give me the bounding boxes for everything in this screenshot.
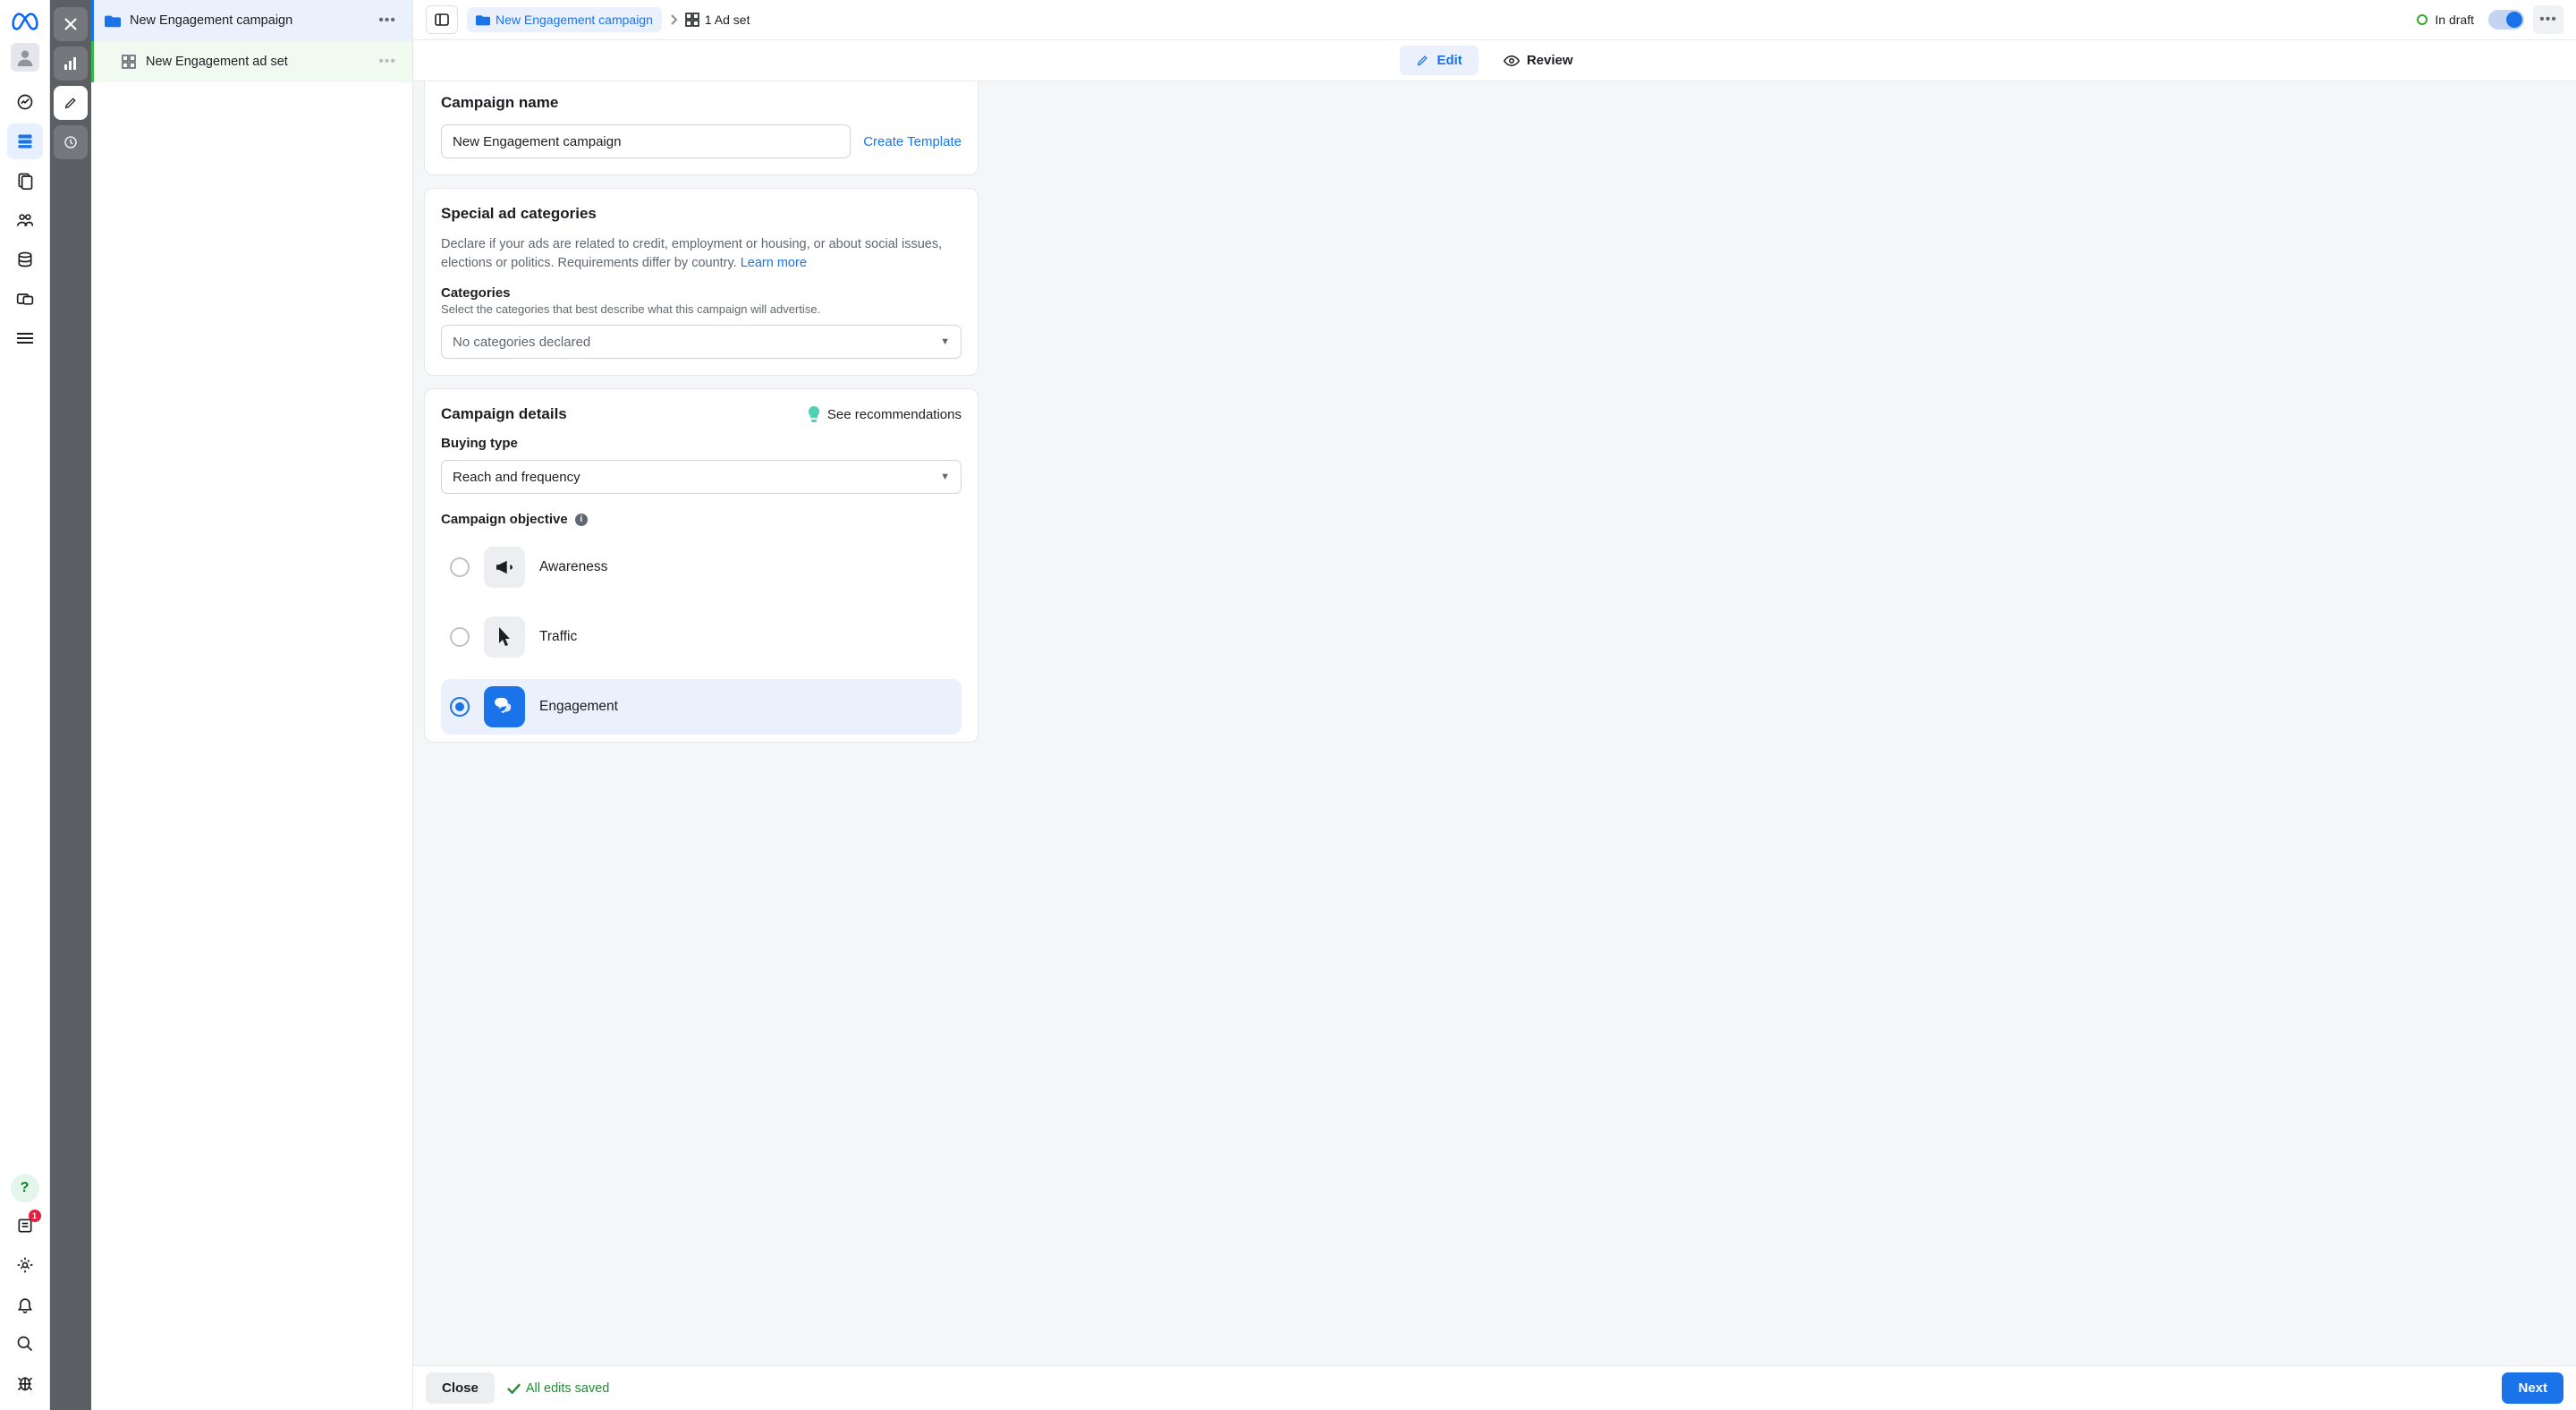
radio-traffic[interactable]: [450, 627, 470, 647]
tree-item-campaign[interactable]: New Engagement campaign •••: [91, 0, 412, 41]
categories-sub-label: Categories: [441, 285, 962, 301]
campaign-tree-sidebar: New Engagement campaign ••• New Engageme…: [91, 0, 413, 1410]
objective-awareness[interactable]: Awareness: [441, 539, 962, 595]
tree-campaign-more-icon[interactable]: •••: [373, 9, 402, 32]
chevron-down-icon: ▼: [940, 471, 950, 482]
global-nav-rail: ? 1: [0, 0, 50, 1410]
nav-bug-icon[interactable]: [7, 1365, 43, 1401]
objective-list: Awareness Traffic Engage: [441, 539, 962, 735]
topbar-more-button[interactable]: •••: [2533, 5, 2563, 34]
special-categories-heading: Special ad categories: [441, 205, 962, 223]
nav-advertising-settings-icon[interactable]: [7, 281, 43, 317]
history-tool-icon[interactable]: [54, 125, 88, 159]
create-template-link[interactable]: Create Template: [863, 134, 962, 149]
radio-engagement[interactable]: [450, 697, 470, 717]
campaign-name-heading: Campaign name: [441, 94, 962, 112]
sidebar-toggle-button[interactable]: [426, 5, 458, 34]
chevron-right-icon: [669, 14, 678, 25]
nav-audiences-icon[interactable]: [7, 202, 43, 238]
tree-campaign-label: New Engagement campaign: [130, 13, 373, 28]
tab-review-label: Review: [1527, 53, 1573, 68]
campaign-name-input[interactable]: [441, 124, 851, 158]
special-categories-description: Declare if your ads are related to credi…: [441, 235, 962, 273]
categories-dropdown[interactable]: No categories declared ▼: [441, 325, 962, 359]
objective-traffic-label: Traffic: [539, 629, 577, 645]
campaign-details-card: Campaign details See recommendations Buy…: [424, 388, 979, 743]
objective-awareness-label: Awareness: [539, 559, 607, 575]
nav-updates-icon[interactable]: 1: [7, 1208, 43, 1244]
content-scroll-area: Campaign name Create Template Special ad…: [413, 81, 2576, 1365]
info-icon[interactable]: i: [575, 514, 588, 526]
preview-toggle-switch[interactable]: [2488, 10, 2524, 30]
chevron-down-icon: ▼: [940, 336, 950, 347]
nav-settings-icon[interactable]: [7, 1247, 43, 1283]
help-icon[interactable]: ?: [11, 1174, 39, 1202]
tabs-row: Edit Review: [413, 40, 2576, 81]
nav-search-icon[interactable]: [7, 1326, 43, 1362]
nav-notifications-icon[interactable]: [7, 1287, 43, 1322]
radio-awareness[interactable]: [450, 557, 470, 577]
tree-adset-label: New Engagement ad set: [146, 55, 373, 69]
main-area: New Engagement campaign 1 Ad set In draf…: [413, 0, 2576, 1410]
saved-indicator: All edits saved: [507, 1381, 610, 1396]
tree-item-adset[interactable]: New Engagement ad set •••: [91, 41, 412, 82]
nav-billing-icon[interactable]: [7, 242, 43, 277]
campaign-name-card: Campaign name Create Template: [424, 81, 979, 175]
objective-engagement-label: Engagement: [539, 699, 618, 715]
tab-edit[interactable]: Edit: [1400, 46, 1478, 75]
notification-badge: 1: [29, 1210, 41, 1222]
draft-status-label: In draft: [2435, 13, 2474, 27]
breadcrumb-campaign-label: New Engagement campaign: [496, 13, 653, 27]
buying-type-value: Reach and frequency: [453, 470, 580, 485]
draft-status-dot-icon: [2417, 14, 2428, 25]
nav-overview-icon[interactable]: [7, 84, 43, 120]
megaphone-icon: [484, 547, 525, 588]
buying-type-dropdown[interactable]: Reach and frequency ▼: [441, 460, 962, 494]
top-bar: New Engagement campaign 1 Ad set In draf…: [413, 0, 2576, 40]
see-recommendations-label: See recommendations: [827, 407, 962, 422]
special-categories-card: Special ad categories Declare if your ad…: [424, 188, 979, 376]
next-button[interactable]: Next: [2502, 1372, 2563, 1404]
learn-more-link[interactable]: Learn more: [741, 256, 807, 270]
tab-edit-label: Edit: [1436, 53, 1462, 68]
cursor-icon: [484, 616, 525, 658]
adset-grid-icon: [121, 54, 137, 70]
nav-campaigns-icon[interactable]: [7, 123, 43, 159]
breadcrumb-adset[interactable]: 1 Ad set: [685, 13, 750, 27]
objective-traffic[interactable]: Traffic: [441, 609, 962, 665]
close-panel-button[interactable]: [54, 7, 88, 41]
lightbulb-icon: [808, 406, 820, 422]
objective-engagement[interactable]: Engagement: [441, 679, 962, 735]
breadcrumb-campaign[interactable]: New Engagement campaign: [467, 7, 662, 32]
footer-bar: Close All edits saved Next: [413, 1365, 2576, 1410]
meta-logo[interactable]: [11, 7, 39, 36]
chart-tool-icon[interactable]: [54, 47, 88, 81]
nav-all-tools-icon[interactable]: [7, 320, 43, 356]
nav-ads-reporting-icon[interactable]: [7, 163, 43, 199]
tab-review[interactable]: Review: [1487, 46, 1589, 75]
see-recommendations-link[interactable]: See recommendations: [808, 406, 962, 422]
saved-label: All edits saved: [526, 1381, 610, 1396]
close-button[interactable]: Close: [426, 1372, 495, 1404]
tree-adset-more-icon[interactable]: •••: [373, 50, 402, 73]
folder-icon: [105, 13, 121, 29]
edit-tool-icon[interactable]: [54, 86, 88, 120]
campaign-details-heading: Campaign details: [441, 405, 567, 423]
categories-dropdown-value: No categories declared: [453, 335, 590, 350]
breadcrumb-adset-label: 1 Ad set: [705, 13, 750, 27]
breadcrumb: New Engagement campaign 1 Ad set: [467, 7, 750, 32]
draft-status: In draft: [2417, 13, 2474, 27]
profile-avatar[interactable]: [11, 43, 39, 72]
side-tool-column: [50, 0, 91, 1410]
categories-sub-desc: Select the categories that best describe…: [441, 302, 962, 316]
campaign-objective-label: Campaign objective: [441, 512, 568, 527]
buying-type-label: Buying type: [441, 436, 962, 451]
chat-bubbles-icon: [484, 686, 525, 727]
